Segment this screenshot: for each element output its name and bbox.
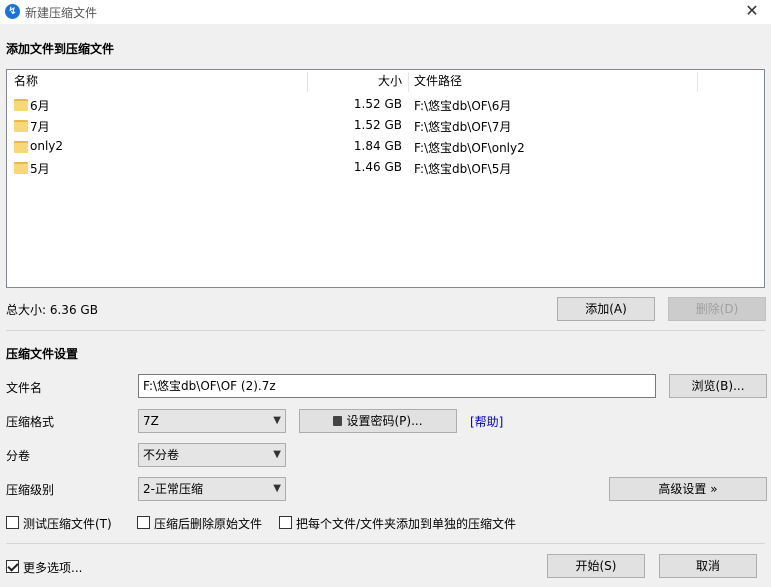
format-select-value: 7Z (143, 414, 159, 428)
close-icon[interactable]: ✕ (737, 0, 767, 24)
footer-divider (6, 543, 765, 544)
folder-icon (14, 120, 28, 132)
browse-button[interactable]: 浏览(B)... (669, 374, 767, 398)
total-size-label: 总大小: 6.36 GB (6, 303, 98, 317)
set-password-button[interactable]: 设置密码(P)... (299, 409, 457, 433)
separate-archives-label[interactable]: 把每个文件/文件夹添加到单独的压缩文件 (296, 515, 516, 532)
split-label: 分卷 (6, 449, 31, 463)
add-files-section-title: 添加文件到压缩文件 (6, 42, 115, 56)
more-options-checkbox[interactable] (6, 560, 19, 573)
set-password-label: 设置密码(P)... (346, 414, 423, 428)
column-divider[interactable] (697, 72, 698, 92)
level-select[interactable]: 2-正常压缩 ▼ (138, 477, 286, 501)
lock-icon (333, 416, 343, 426)
app-icon: ↯ (5, 4, 20, 19)
start-button[interactable]: 开始(S) (547, 554, 645, 578)
file-path: F:\悠宝db\OF\7月 (414, 120, 512, 134)
split-select[interactable]: 不分卷 ▼ (138, 443, 286, 467)
list-item[interactable]: 5月 1.46 GB F:\悠宝db\OF\5月 (7, 158, 764, 179)
chevron-down-icon: ▼ (273, 449, 281, 460)
window-title: 新建压缩文件 (25, 6, 98, 20)
delete-button[interactable]: 删除(D) (668, 297, 766, 321)
advanced-settings-button[interactable]: 高级设置 » (609, 477, 767, 501)
list-item[interactable]: only2 1.84 GB F:\悠宝db\OF\only2 (7, 137, 764, 158)
column-header-size[interactable]: 大小 (307, 70, 402, 92)
file-path: F:\悠宝db\OF\5月 (414, 162, 512, 176)
folder-icon (14, 99, 28, 111)
column-divider[interactable] (408, 72, 409, 92)
file-name: 7月 (30, 120, 50, 134)
delete-after-checkbox[interactable] (137, 516, 150, 529)
file-name: 5月 (30, 162, 50, 176)
file-size: 1.52 GB (353, 118, 402, 132)
list-item[interactable]: 6月 1.52 GB F:\悠宝db\OF\6月 (7, 95, 764, 116)
list-item[interactable]: 7月 1.52 GB F:\悠宝db\OF\7月 (7, 116, 764, 137)
file-name: 6月 (30, 99, 50, 113)
folder-icon (14, 162, 28, 174)
format-select[interactable]: 7Z ▼ (138, 409, 286, 433)
test-archive-checkbox[interactable] (6, 516, 19, 529)
separate-archives-checkbox[interactable] (279, 516, 292, 529)
file-list[interactable]: 名称 大小 文件路径 6月 1.52 GB F:\悠宝db\OF\6月 7月 1… (6, 69, 765, 288)
folder-icon (14, 141, 28, 153)
level-label: 压缩级别 (6, 483, 55, 497)
format-label: 压缩格式 (6, 415, 55, 429)
test-archive-label[interactable]: 测试压缩文件(T) (23, 515, 112, 532)
file-name: only2 (30, 139, 64, 153)
column-header-name[interactable]: 名称 (14, 70, 38, 92)
title-bar: ↯ 新建压缩文件 ✕ (0, 0, 771, 24)
file-path: F:\悠宝db\OF\6月 (414, 99, 512, 113)
cancel-button[interactable]: 取消 (659, 554, 757, 578)
add-button[interactable]: 添加(A) (557, 297, 655, 321)
filename-label: 文件名 (6, 381, 43, 395)
file-path: F:\悠宝db\OF\only2 (414, 141, 525, 155)
file-size: 1.52 GB (353, 97, 402, 111)
level-select-value: 2-正常压缩 (143, 482, 203, 496)
more-options-label[interactable]: 更多选项... (23, 559, 82, 576)
file-size: 1.46 GB (353, 160, 402, 174)
split-select-value: 不分卷 (143, 448, 180, 462)
file-size: 1.84 GB (353, 139, 402, 153)
file-list-header: 名称 大小 文件路径 (7, 70, 764, 92)
help-link[interactable]: [帮助] (470, 413, 503, 430)
delete-after-label[interactable]: 压缩后删除原始文件 (154, 515, 262, 532)
filename-field[interactable]: F:\悠宝db\OF\OF (2).7z (138, 374, 656, 398)
column-header-path[interactable]: 文件路径 (414, 70, 462, 92)
archive-settings-title: 压缩文件设置 (6, 347, 79, 361)
chevron-down-icon: ▼ (273, 483, 281, 494)
chevron-down-icon: ▼ (273, 415, 281, 426)
section-divider (6, 330, 765, 331)
